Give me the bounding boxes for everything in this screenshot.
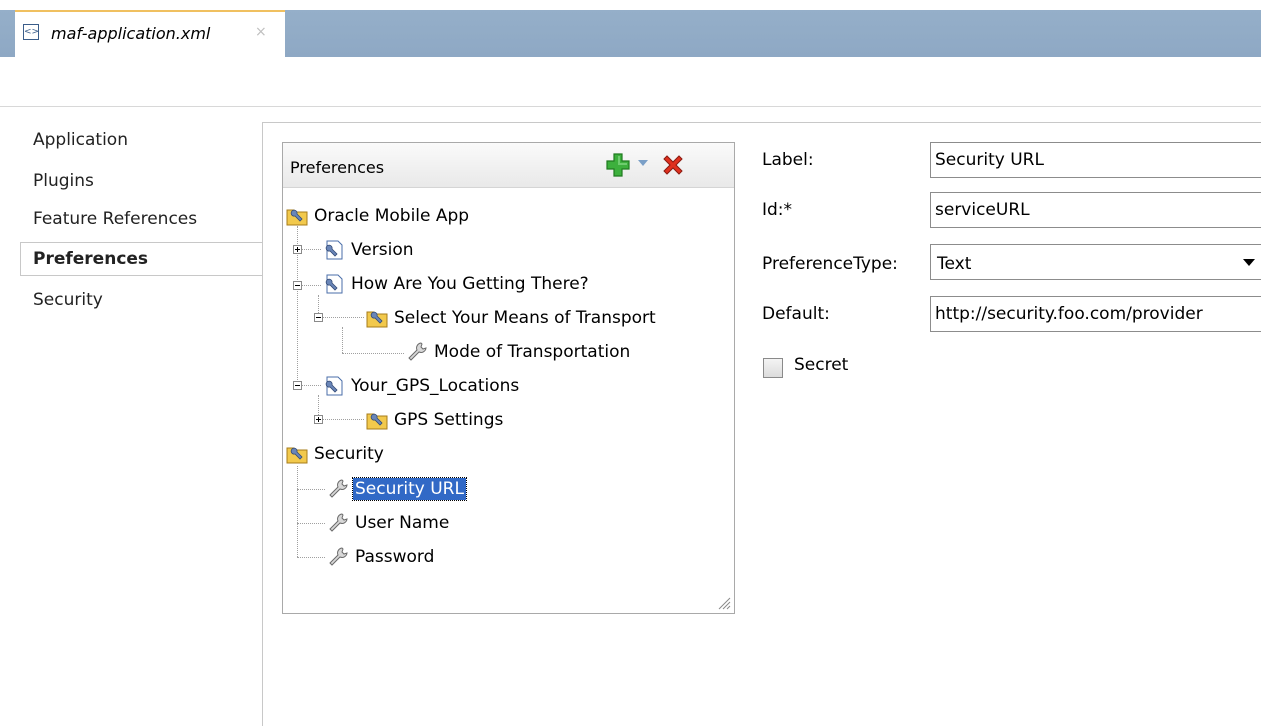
editor-tab[interactable]: <> maf-application.xml ×	[15, 10, 285, 57]
secret-checkbox[interactable]	[763, 358, 783, 378]
close-icon[interactable]: ×	[255, 24, 267, 40]
add-icon[interactable]	[605, 152, 631, 178]
pref-group-folder-icon	[286, 209, 308, 226]
editor-tab-title: maf-application.xml	[51, 24, 211, 43]
nav-item-application[interactable]: Application	[33, 130, 128, 150]
collapse-icon[interactable]	[293, 381, 302, 390]
default-field-label: Default:	[762, 304, 830, 324]
pref-group-folder-icon	[286, 447, 308, 464]
toolbar-divider	[0, 106, 1261, 107]
expand-icon[interactable]	[314, 415, 323, 424]
tree-connector	[342, 353, 404, 354]
collapse-icon[interactable]	[314, 313, 323, 322]
tree-item-gps-settings[interactable]: GPS Settings	[366, 408, 505, 432]
pref-page-icon	[325, 274, 343, 294]
tree-item-security[interactable]: Security	[286, 442, 386, 466]
content-top-border	[262, 122, 1261, 123]
tree-connector	[342, 327, 343, 353]
pref-group-folder-icon	[366, 413, 388, 430]
tree-item-security-url[interactable]: Security URL	[327, 477, 467, 501]
resize-grip-icon[interactable]	[717, 596, 731, 610]
tree-item-mode-of-transportation[interactable]: Mode of Transportation	[406, 340, 632, 364]
wrench-icon	[408, 342, 427, 361]
tree-connector	[297, 489, 325, 490]
tree-connector	[297, 466, 298, 557]
label-input[interactable]: Security URL	[930, 142, 1261, 178]
preference-type-value: Text	[937, 254, 972, 274]
delete-icon[interactable]	[660, 152, 686, 178]
tree-item-oracle-mobile-app[interactable]: Oracle Mobile App	[286, 204, 471, 228]
tree-connector	[297, 523, 325, 524]
tree-connector	[318, 317, 364, 318]
preference-type-label: PreferenceType:	[762, 254, 898, 274]
secret-checkbox-label: Secret	[794, 355, 849, 375]
tree-item-your-gps-locations[interactable]: Your_GPS_Locations	[323, 374, 521, 398]
nav-divider	[262, 122, 263, 726]
nav-item-preferences[interactable]: Preferences	[33, 249, 148, 269]
wrench-icon	[329, 547, 348, 566]
xml-file-icon: <>	[23, 24, 39, 40]
tree-item-select-your-means-of-transport[interactable]: Select Your Means of Transport	[366, 306, 658, 330]
pref-page-icon	[325, 376, 343, 396]
pref-page-icon	[325, 240, 343, 260]
wrench-icon	[329, 479, 348, 498]
tree-item-how-are-you-getting-there[interactable]: How Are You Getting There?	[323, 272, 591, 296]
chevron-down-icon[interactable]	[1243, 259, 1255, 266]
expand-icon[interactable]	[293, 245, 302, 254]
collapse-icon[interactable]	[293, 281, 302, 290]
preferences-panel-title: Preferences	[290, 158, 385, 177]
nav-item-plugins[interactable]: Plugins	[33, 171, 94, 191]
tree-item-user-name[interactable]: User Name	[327, 511, 451, 535]
label-field-label: Label:	[762, 150, 814, 170]
tree-connector	[297, 557, 325, 558]
pref-group-folder-icon	[366, 311, 388, 328]
chevron-down-icon[interactable]	[638, 160, 648, 166]
nav-item-feature-references[interactable]: Feature References	[33, 209, 197, 229]
default-input[interactable]: http://security.foo.com/provider	[930, 296, 1261, 332]
tree-item-version[interactable]: Version	[323, 238, 416, 262]
nav-item-security[interactable]: Security	[33, 290, 103, 310]
wrench-icon	[329, 513, 348, 532]
preferences-panel-header: Preferences	[283, 143, 734, 188]
id-input[interactable]: serviceURL	[930, 192, 1261, 228]
tree-item-password[interactable]: Password	[327, 545, 436, 569]
id-field-label: Id:*	[762, 200, 793, 220]
tree-connector	[318, 419, 364, 420]
preference-type-select[interactable]: Text	[930, 244, 1261, 280]
